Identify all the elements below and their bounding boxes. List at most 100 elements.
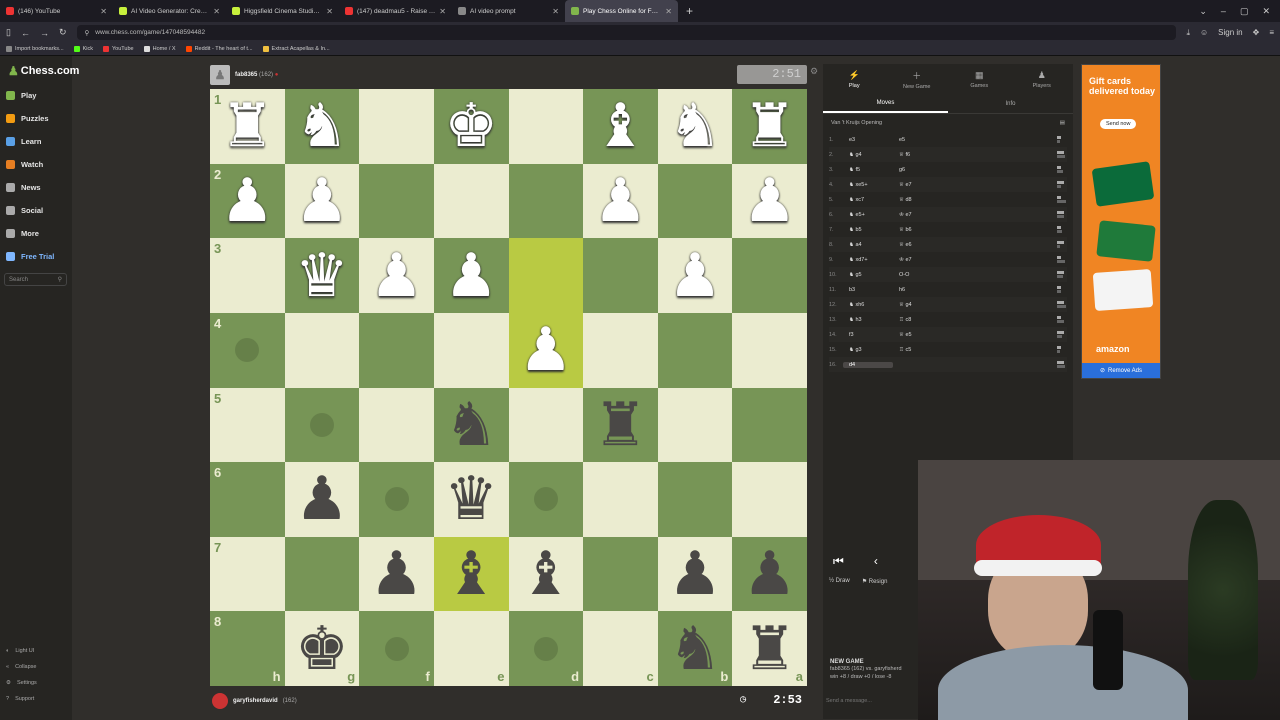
board-square[interactable] xyxy=(508,462,584,537)
maximize-icon[interactable]: ▢ xyxy=(1240,6,1249,17)
new-tab-icon[interactable]: + xyxy=(678,4,701,18)
board-square[interactable]: ♟ xyxy=(284,163,360,239)
site-info-icon[interactable]: ⚲ xyxy=(85,29,90,37)
sidebar-item-more[interactable]: More xyxy=(6,229,39,238)
panel-tab-players[interactable]: ♟ Players xyxy=(1011,64,1074,94)
board-square[interactable]: 6 xyxy=(210,462,285,537)
white-pawn-icon[interactable]: ♟ xyxy=(220,171,274,231)
extensions-icon[interactable]: ✥ xyxy=(1253,28,1260,37)
account-icon[interactable]: ☺ xyxy=(1200,28,1208,37)
board-square[interactable]: 4 xyxy=(210,312,285,388)
black-move[interactable]: ♕ e7 xyxy=(893,182,943,188)
close-window-icon[interactable]: ✕ xyxy=(1262,6,1270,17)
board-settings-icon[interactable]: ⚙ xyxy=(810,66,818,77)
board-square[interactable]: ♟ xyxy=(433,238,509,313)
board-square[interactable] xyxy=(359,387,434,463)
board-square[interactable] xyxy=(508,89,584,164)
white-pawn-icon[interactable]: ♟ xyxy=(743,171,797,231)
board-square[interactable]: b ♞ xyxy=(657,611,733,686)
browser-tab[interactable]: (147) deadmau5 - Raise Yo ✕ xyxy=(339,0,452,22)
board-square[interactable]: ♟ xyxy=(657,238,733,313)
browser-tab[interactable]: Play Chess Online for FREE - 2 (✕ xyxy=(565,0,678,22)
white-pawn-icon[interactable]: ♟ xyxy=(295,171,349,231)
black-move[interactable]: O-O xyxy=(893,272,943,278)
resign-button[interactable]: ⚑ Resign xyxy=(862,578,888,585)
ad-banner[interactable]: Gift cards delivered today Send now amaz… xyxy=(1081,64,1161,379)
black-bishop-icon[interactable]: ♝ xyxy=(444,544,498,604)
sidebar-bottom-item[interactable]: ◐ Light UI xyxy=(6,648,34,654)
sidebar-item-free-trial[interactable]: Free Trial xyxy=(6,252,54,261)
board-square[interactable]: ♞ xyxy=(433,387,509,463)
board-square[interactable]: 7 xyxy=(210,536,285,612)
address-field[interactable]: ⚲ www.chess.com/game/147048594482 xyxy=(76,25,1177,40)
legal-move-dot[interactable] xyxy=(533,636,558,661)
sidebar-item-social[interactable]: Social xyxy=(6,206,43,215)
board-square[interactable] xyxy=(284,536,360,612)
black-pawn-icon[interactable]: ♟ xyxy=(668,544,722,604)
white-pawn-icon[interactable]: ♟ xyxy=(444,246,498,306)
black-pawn-icon[interactable]: ♟ xyxy=(295,469,349,529)
bookmark-item[interactable]: Reddit - The heart of t... xyxy=(185,46,253,52)
download-icon[interactable]: ⤓ xyxy=(1186,28,1190,38)
white-knight-icon[interactable]: ♞ xyxy=(668,96,722,156)
board-square[interactable] xyxy=(508,163,584,239)
board-square[interactable]: e xyxy=(433,611,509,686)
black-move[interactable]: ♕ g4 xyxy=(893,302,943,308)
board-square[interactable]: 8h xyxy=(210,611,285,686)
bookmark-item[interactable]: YouTube xyxy=(103,46,134,52)
subtab-info[interactable]: Info xyxy=(948,94,1073,113)
board-square[interactable]: 1 ♜ xyxy=(210,89,285,164)
board-square[interactable]: c xyxy=(583,611,658,686)
black-move[interactable]: ♕ e5 xyxy=(893,332,943,338)
board-square[interactable]: ♟ xyxy=(284,462,360,537)
white-move[interactable]: ♞ xd7+ xyxy=(843,257,893,263)
chesscom-logo[interactable]: ♟ Chess.com xyxy=(8,64,79,78)
minimize-icon[interactable]: – xyxy=(1221,6,1226,17)
remove-ads-button[interactable]: ⊘ Remove Ads xyxy=(1082,363,1160,378)
white-move[interactable]: d4 xyxy=(843,361,893,368)
white-king-icon[interactable]: ♚ xyxy=(444,96,498,156)
white-move[interactable]: ♞ h3 xyxy=(843,317,893,323)
chat-input[interactable]: Send a message... xyxy=(826,698,872,704)
browser-tab[interactable]: (146) YouTube ✕ xyxy=(0,0,113,22)
tab-close-icon[interactable]: ✕ xyxy=(552,7,559,16)
black-move[interactable]: ♕ d8 xyxy=(893,197,943,203)
board-square[interactable]: ♚ xyxy=(433,89,509,164)
white-pawn-icon[interactable]: ♟ xyxy=(370,246,424,306)
board-square[interactable]: a ♜ xyxy=(732,611,807,686)
board-square[interactable]: 3 xyxy=(210,238,285,313)
black-rook-icon[interactable]: ♜ xyxy=(743,619,797,679)
black-king-icon[interactable]: ♚ xyxy=(295,619,349,679)
white-move[interactable]: ♞ f5 xyxy=(843,167,893,173)
white-move[interactable]: ♞ xc7 xyxy=(843,197,893,203)
board-square[interactable] xyxy=(657,312,733,388)
browser-tab[interactable]: AI Video Generator: Create stu✕ xyxy=(113,0,226,22)
board-square[interactable] xyxy=(732,238,807,313)
board-square[interactable]: ♝ xyxy=(508,536,584,612)
legal-move-dot[interactable] xyxy=(384,636,409,661)
black-move[interactable]: ♕ f6 xyxy=(893,152,943,158)
menu-icon[interactable]: ≡ xyxy=(1269,28,1274,37)
board-square[interactable]: ♛ xyxy=(433,462,509,537)
board-square[interactable] xyxy=(583,536,658,612)
black-bishop-icon[interactable]: ♝ xyxy=(519,544,573,604)
board-square[interactable] xyxy=(359,312,434,388)
board-square[interactable] xyxy=(508,238,584,313)
white-move[interactable]: b3 xyxy=(843,287,893,293)
reload-icon[interactable]: ↻ xyxy=(59,27,67,38)
white-move[interactable]: ♞ g4 xyxy=(843,152,893,158)
bottom-player-name[interactable]: garyfisherdavid xyxy=(233,698,278,704)
white-move[interactable]: ♞ a4 xyxy=(843,242,893,248)
sidebar-bottom-item[interactable]: ⚙ Settings xyxy=(6,680,37,686)
board-square[interactable] xyxy=(359,462,434,537)
sidebar-item-play[interactable]: Play xyxy=(6,91,36,100)
top-player-avatar[interactable]: ♟ xyxy=(210,65,230,85)
board-square[interactable]: ♞ xyxy=(284,89,360,164)
legal-move-dot[interactable] xyxy=(533,487,558,512)
black-move[interactable]: ♖ c5 xyxy=(893,347,943,353)
black-move[interactable]: ♕ b6 xyxy=(893,227,943,233)
white-move[interactable]: ♞ g5 xyxy=(843,272,893,278)
board-square[interactable]: 5 xyxy=(210,387,285,463)
board-square[interactable]: ♟ xyxy=(657,536,733,612)
book-icon[interactable]: ▤ xyxy=(1060,120,1065,126)
